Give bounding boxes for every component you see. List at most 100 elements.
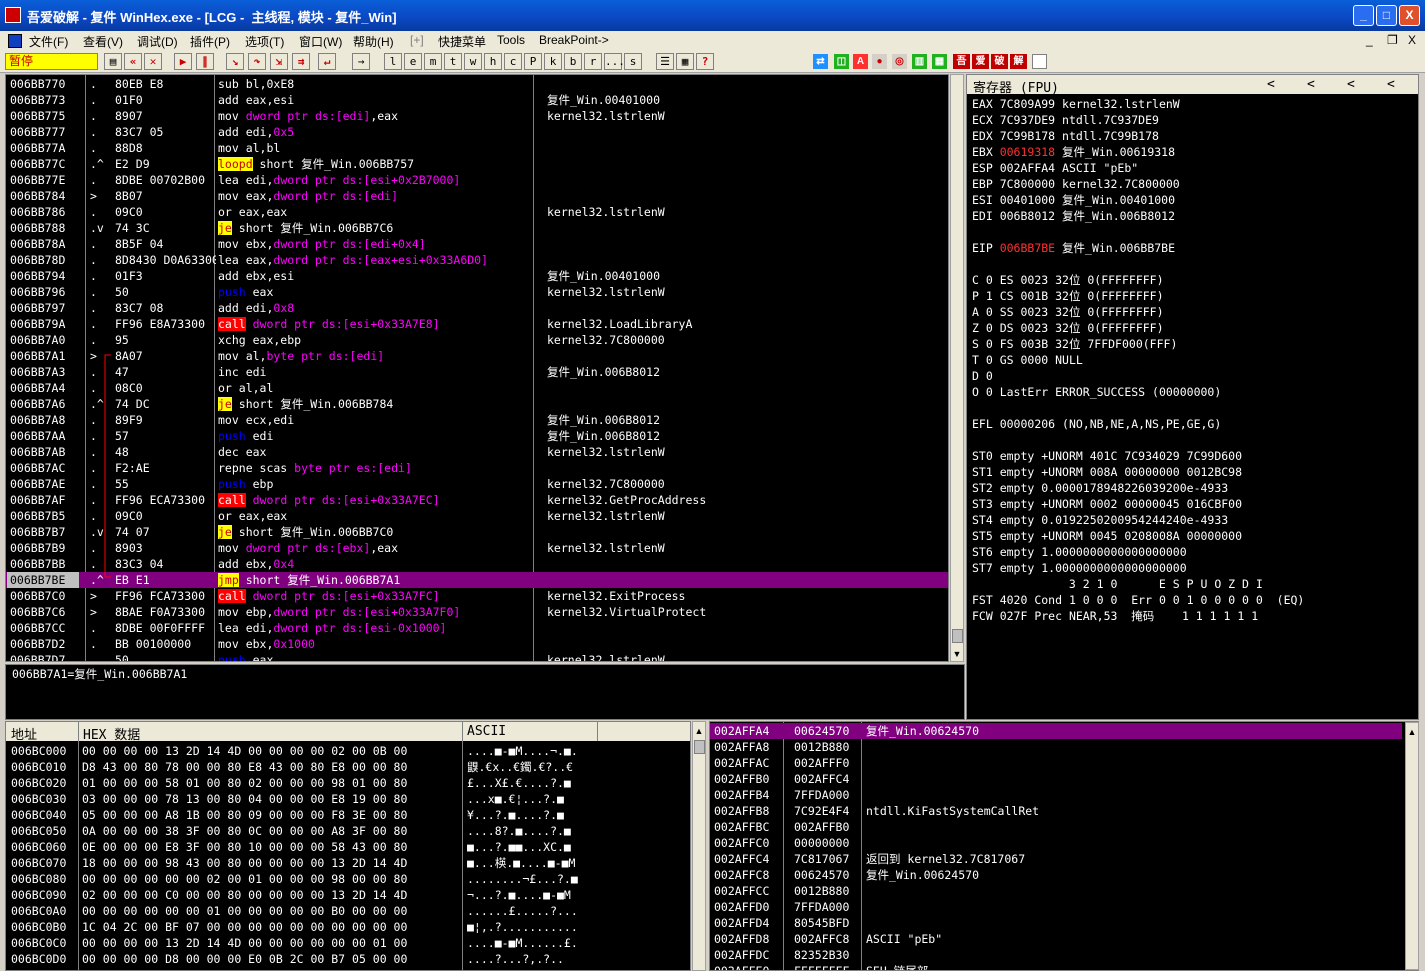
close-button[interactable]: X <box>1399 5 1420 26</box>
step-over-icon[interactable]: ↷ <box>248 53 266 70</box>
disasm-row[interactable]: 006BB7CC. 8DBE 00F0FFFF lea edi,dword ptr … <box>6 620 948 636</box>
register-row[interactable]: EBX 00619318 复件_Win.00619318 <box>972 144 1175 160</box>
hex-row[interactable]: 006BC080 00 00 00 00 00 00 02 00 01 00 00… <box>6 871 690 887</box>
toolbar-letter-h[interactable]: h <box>484 53 502 70</box>
toolbar-letter-t[interactable]: t <box>444 53 462 70</box>
stack-row[interactable]: 002AFFD0 7FFDA000 <box>710 899 1402 915</box>
disasm-row[interactable]: 006BB7BB. 83C3 04 add ebx,0x4 <box>6 556 948 572</box>
register-row[interactable]: ST4 empty 0.0192250200954244240e-4933 <box>972 512 1228 528</box>
menu-window[interactable]: 窗口(W) <box>299 33 342 50</box>
register-row[interactable]: ESP 002AFFA4 ASCII "pEb" <box>972 160 1138 176</box>
reg-arrow-3[interactable]: < <box>1347 77 1355 92</box>
disassembly-scrollbar[interactable]: ▼ <box>950 74 964 662</box>
register-row[interactable]: EBP 7C800000 kernel32.7C800000 <box>972 176 1180 192</box>
disasm-row[interactable]: 006BB773. 01F0 add eax,esi 复件_Win.00401000 <box>6 92 948 108</box>
hex-scrollbar[interactable]: ▲ <box>692 721 706 971</box>
restart-icon[interactable]: « <box>124 53 142 70</box>
register-row[interactable]: FST 4020 Cond 1 0 0 0 Err 0 0 1 0 0 0 0 … <box>972 592 1304 608</box>
windows-icon[interactable]: ▦ <box>676 53 694 70</box>
register-row[interactable]: ST1 empty +UNORM 008A 00000000 0012BC98 <box>972 464 1242 480</box>
disasm-row[interactable]: 006BB77C .^ E2 D9 loopd short 复件_Win.006BB7… <box>6 156 948 172</box>
disasm-row[interactable]: 006BB788 .v 74 3C je short 复件_Win.006BB7C6 <box>6 220 948 236</box>
register-row[interactable]: A 0 SS 0023 32位 0(FFFFFFFF) <box>972 304 1164 320</box>
stack-row[interactable]: 002AFFA8 0012B880 <box>710 739 1402 755</box>
register-row[interactable]: P 1 CS 001B 32位 0(FFFFFFFF) <box>972 288 1164 304</box>
plugin-po-icon[interactable]: 破 <box>991 54 1008 69</box>
disasm-row[interactable]: 006BB777. 83C7 05 add edi,0x5 <box>6 124 948 140</box>
toolbar-letter-w[interactable]: w <box>464 53 482 70</box>
register-row[interactable]: ST3 empty +UNORM 0002 00000045 016CBF00 <box>972 496 1242 512</box>
disasm-row[interactable]: 006BB7A8. 89F9 mov ecx,edi 复件_Win.006B8012 <box>6 412 948 428</box>
hex-row[interactable]: 006BC000 00 00 00 00 13 2D 14 4D 00 00 00… <box>6 743 690 759</box>
registers-pane[interactable]: 寄存器 (FPU) < < < < EAX 7C809A99 kernel32.… <box>966 74 1419 720</box>
disasm-row[interactable]: 006BB7C6 >8BAE F0A73300 mov ebp,dword ptr … <box>6 604 948 620</box>
disasm-row[interactable]: 006BB7A0. 95 xchg eax,ebp kernel32.7C800000 <box>6 332 948 348</box>
toolbar-letter-e[interactable]: e <box>404 53 422 70</box>
reg-arrow-4[interactable]: < <box>1387 77 1395 92</box>
plugin-ai-icon[interactable]: 爱 <box>972 54 989 69</box>
minimize-button[interactable]: _ <box>1353 5 1374 26</box>
disasm-row[interactable]: 006BB784 >8B07 mov eax,dword ptr ds:[edi] <box>6 188 948 204</box>
register-row[interactable]: O 0 LastErr ERROR_SUCCESS (00000000) <box>972 384 1221 400</box>
register-row[interactable]: EFL 00000206 (NO,NB,NE,A,NS,PE,GE,G) <box>972 416 1221 432</box>
plugin-wu-icon[interactable]: 吾 <box>953 54 970 69</box>
disasm-row[interactable]: 006BB79A. FF96 E8A73300 call dword ptr ds:… <box>6 316 948 332</box>
stack-row[interactable]: 002AFFB4 7FFDA000 <box>710 787 1402 803</box>
hex-row[interactable]: 006BC0D0 00 00 00 00 D8 00 00 00 E0 0B 2C… <box>6 951 690 967</box>
disasm-row[interactable]: 006BB7AF. FF96 ECA73300 call dword ptr ds:… <box>6 492 948 508</box>
hex-row[interactable]: 006BC090 02 00 00 00 C0 00 00 80 00 00 00… <box>6 887 690 903</box>
disasm-row[interactable]: 006BB797. 83C7 08 add edi,0x8 <box>6 300 948 316</box>
trace-over-icon[interactable]: ⇉ <box>292 53 310 70</box>
menu-help[interactable]: 帮助(H) <box>353 33 394 50</box>
toolbar-letter-m[interactable]: m <box>424 53 442 70</box>
reg-arrow-1[interactable]: < <box>1267 77 1275 92</box>
menu-view[interactable]: 查看(V) <box>83 33 123 50</box>
register-row[interactable]: ST7 empty 1.0000000000000000000 <box>972 560 1187 576</box>
stack-row[interactable]: 002AFFDC 82352B30 <box>710 947 1402 963</box>
toolbar-letter-r[interactable]: r <box>584 53 602 70</box>
goto-icon[interactable]: → <box>352 53 370 70</box>
register-row[interactable]: ECX 7C937DE9 ntdll.7C937DE9 <box>972 112 1159 128</box>
step-into-icon[interactable]: ↘ <box>226 53 244 70</box>
run-icon[interactable]: ▶ <box>174 53 192 70</box>
disasm-row[interactable]: 006BB775. 8907 mov dword ptr ds:[edi],eax k… <box>6 108 948 124</box>
register-row[interactable]: ESI 00401000 复件_Win.00401000 <box>972 192 1175 208</box>
menu-debug[interactable]: 调试(D) <box>137 33 178 50</box>
trace-into-icon[interactable]: ⇲ <box>270 53 288 70</box>
hex-col-address[interactable]: 地址 <box>11 724 37 743</box>
disasm-row[interactable]: 006BB7A4. 08C0 or al,al <box>6 380 948 396</box>
plugin-icon-1[interactable]: ⇄ <box>813 54 828 69</box>
menu-shortcuts[interactable]: 快捷菜单 <box>438 33 486 50</box>
menu-breakpoint[interactable]: BreakPoint-> <box>539 33 609 47</box>
plugin-icon-target[interactable]: ◎ <box>892 54 907 69</box>
hex-row[interactable]: 006BC020 01 00 00 00 58 01 00 80 02 00 00… <box>6 775 690 791</box>
hex-row[interactable]: 006BC0A0 00 00 00 00 00 00 01 00 00 00 00… <box>6 903 690 919</box>
menu-options[interactable]: 选项(T) <box>245 33 284 50</box>
register-row[interactable]: FCW 027F Prec NEAR,53 掩码 1 1 1 1 1 1 <box>972 608 1258 624</box>
menu-plugins[interactable]: 插件(P) <box>190 33 230 50</box>
register-row[interactable]: S 0 FS 003B 32位 7FFDF000(FFF) <box>972 336 1177 352</box>
toolbar-letter-p[interactable]: P <box>524 53 542 70</box>
hex-row[interactable]: 006BC0C0 00 00 00 00 13 2D 14 4D 00 00 00… <box>6 935 690 951</box>
mdi-restore-button[interactable]: ❐ <box>1387 33 1398 47</box>
register-row[interactable]: C 0 ES 0023 32位 0(FFFFFFFF) <box>972 272 1164 288</box>
disasm-row[interactable]: 006BB770. 80EB E8 sub bl,0xE8 <box>6 76 948 92</box>
register-row[interactable]: T 0 GS 0000 NULL <box>972 352 1083 368</box>
stack-row[interactable]: 002AFFC4 7C817067 返回到 kernel32.7C817067 <box>710 851 1402 867</box>
hex-col-ascii[interactable]: ASCII <box>467 724 506 739</box>
maximize-button[interactable]: □ <box>1376 5 1397 26</box>
toolbar-letter-b[interactable]: b <box>564 53 582 70</box>
stack-row[interactable]: 002AFFAC 002AFFF0 <box>710 755 1402 771</box>
list-icon[interactable]: ☰ <box>656 53 674 70</box>
register-row[interactable]: Z 0 DS 0023 32位 0(FFFFFFFF) <box>972 320 1164 336</box>
disasm-row[interactable]: 006BB7A1 >8A07 mov al,byte ptr ds:[edi] <box>6 348 948 364</box>
stack-row[interactable]: 002AFFD8 002AFFC8 ASCII "pEb" <box>710 931 1402 947</box>
stack-row[interactable]: 002AFFB0 002AFFC4 <box>710 771 1402 787</box>
disasm-row[interactable]: 006BB7BE .^ EB E1 jmp short 复件_Win.006BB7A1 <box>6 572 948 588</box>
hex-row[interactable]: 006BC070 18 00 00 00 98 43 00 80 00 00 00… <box>6 855 690 871</box>
disasm-row[interactable]: 006BB77E. 8DBE 00702B00 lea edi,dword ptr … <box>6 172 948 188</box>
disasm-row[interactable]: 006BB78A. 8B5F 04 mov ebx,dword ptr ds:[ed… <box>6 236 948 252</box>
disasm-row[interactable]: 006BB7D7. 50 push eax kernel32.lstrlenW <box>6 652 948 661</box>
disasm-row[interactable]: 006BB7B5. 09C0 or eax,eax kernel32.lstrlenW <box>6 508 948 524</box>
plugin-icon-circle[interactable]: ● <box>872 54 887 69</box>
